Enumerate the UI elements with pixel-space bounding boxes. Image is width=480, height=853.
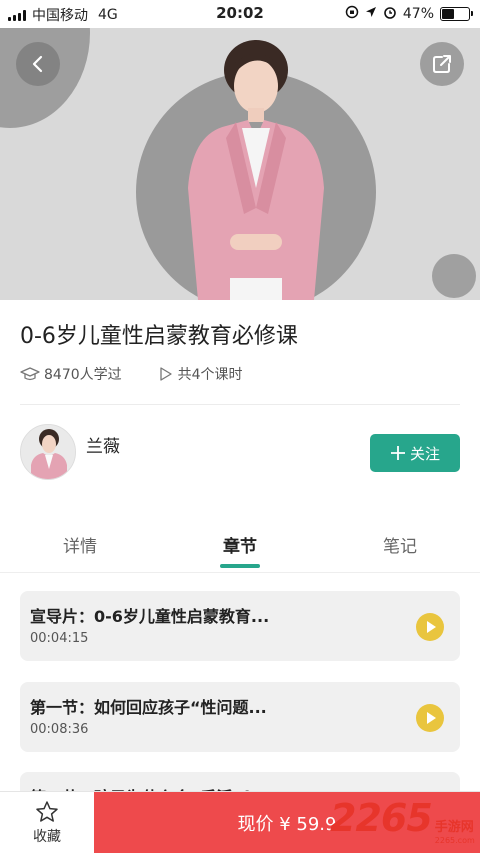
chapter-item[interactable]: 宣导片：0-6岁儿童性启蒙教育... 00:04:15 [20, 591, 460, 661]
plus-icon [390, 446, 405, 460]
tabs-divider [0, 572, 480, 573]
location-icon [365, 6, 377, 22]
price-label: 现价 ¥ 59.9 [237, 814, 337, 835]
teacher-portrait [188, 40, 324, 300]
favorite-button[interactable]: 收藏 [0, 792, 94, 853]
star-icon [36, 801, 58, 822]
status-right: 47% [345, 5, 473, 23]
chevron-left-icon [32, 55, 43, 73]
bottom-action-bar: 收藏 现价 ¥ 59.9 [0, 791, 480, 853]
course-title: 0-6岁儿童性启蒙教育必修课 [20, 324, 298, 349]
follow-button[interactable]: 关注 [370, 434, 460, 472]
teacher-avatar[interactable] [20, 424, 76, 480]
favorite-label: 收藏 [33, 829, 61, 845]
tab-chapters[interactable]: 章节 [200, 532, 280, 557]
play-outline-icon [159, 367, 172, 381]
avatar-image [21, 425, 75, 479]
chapter-item[interactable]: 第一节：如何回应孩子“性问题... 00:08:36 [20, 682, 460, 752]
teacher-name[interactable]: 兰薇 [86, 432, 120, 457]
course-meta: 8470人学过 共4个课时 [20, 364, 279, 384]
lessons-label: 共4个课时 [177, 367, 243, 383]
play-icon[interactable] [416, 704, 444, 732]
status-bar: 中国移动 4G 20:02 47% [0, 0, 480, 28]
course-hero-image [0, 28, 480, 300]
chapter-title: 第一节：如何回应孩子“性问题... [30, 698, 267, 717]
tab-details[interactable]: 详情 [40, 532, 120, 557]
tab-bar: 详情 章节 笔记 [0, 520, 480, 572]
share-icon [433, 55, 451, 73]
graduation-cap-icon [20, 367, 40, 381]
chapter-duration: 00:08:36 [30, 722, 89, 737]
alarm-icon [383, 5, 397, 23]
back-button[interactable] [16, 42, 60, 86]
share-button[interactable] [420, 42, 464, 86]
follow-label: 关注 [409, 444, 440, 463]
chapter-duration: 00:04:15 [30, 631, 89, 646]
tab-notes[interactable]: 笔记 [360, 532, 440, 557]
play-icon[interactable] [416, 613, 444, 641]
battery-percent: 47% [402, 6, 434, 22]
tab-active-indicator [220, 564, 260, 568]
divider [20, 404, 460, 405]
chapter-title: 宣导片：0-6岁儿童性启蒙教育... [30, 607, 270, 626]
lessons-count: 共4个课时 [158, 364, 243, 384]
rotation-lock-icon [345, 5, 359, 23]
buy-button[interactable]: 现价 ¥ 59.9 [94, 792, 480, 853]
hero-decoration-dot [432, 254, 476, 298]
battery-icon [440, 7, 473, 21]
learners-label: 8470人学过 [44, 367, 122, 383]
learners-count: 8470人学过 [20, 364, 122, 384]
